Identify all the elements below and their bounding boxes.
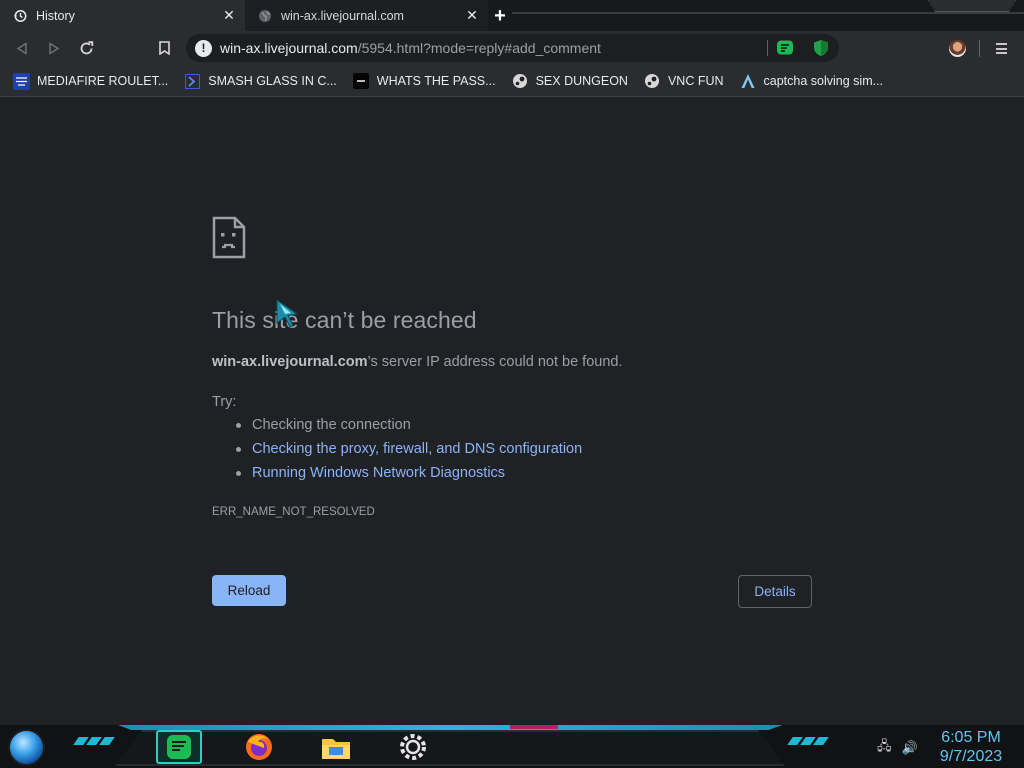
error-page: This site can’t be reached win-ax.livejo… — [0, 97, 1024, 725]
close-icon[interactable]: ✕ — [462, 7, 482, 24]
taskbar-clock[interactable]: 6:05 PM 9/7/2023 — [932, 728, 1010, 766]
bookmark-label: VNC FUN — [667, 74, 724, 88]
bookmark-vnc-fun[interactable]: VNC FUN — [644, 73, 724, 90]
mouse-cursor-icon — [276, 299, 299, 328]
tab-history[interactable]: History ✕ — [0, 0, 245, 31]
tab-strip: History ✕ win-ax.livejournal.com ✕ + — [0, 0, 1024, 31]
start-button[interactable] — [8, 729, 45, 766]
notes-app-button[interactable] — [156, 730, 202, 764]
taskbar-glow — [118, 725, 782, 730]
url-path: /5954.html?mode=reply#add_comment — [357, 40, 601, 56]
error-description: win-ax.livejournal.com’s server IP addre… — [212, 354, 623, 370]
volume-icon[interactable]: 🔊 — [902, 740, 918, 756]
taskbar-frame — [115, 730, 785, 766]
error-description-text: ’s server IP address could not be found. — [367, 354, 623, 370]
shield-extension-icon[interactable] — [812, 39, 830, 57]
new-tab-button[interactable]: + — [490, 5, 510, 27]
browser-toolbar: ! win-ax.livejournal.com/5954.html?mode=… — [0, 31, 1024, 66]
refresh-icon — [80, 40, 93, 54]
arch-icon — [740, 73, 757, 90]
bookmark-label: SMASH GLASS IN C... — [208, 74, 337, 88]
suggestion-list: Checking the connection Checking the pro… — [212, 413, 582, 485]
close-icon[interactable]: ✕ — [219, 7, 239, 24]
steam-icon — [512, 73, 529, 90]
error-host: win-ax.livejournal.com — [212, 354, 368, 370]
bookmark-label: SEX DUNGEON — [535, 74, 628, 88]
file-explorer-icon — [322, 739, 350, 759]
taskbar: 🖧 🔊 6:05 PM 9/7/2023 — [0, 725, 1024, 768]
gear-app-icon — [400, 734, 426, 760]
back-arrow-icon — [16, 41, 27, 55]
firefox-icon — [246, 734, 272, 760]
error-code: ERR_NAME_NOT_RESOLVED — [212, 506, 375, 518]
system-tray: 🖧 🔊 — [877, 737, 918, 759]
bookmark-button[interactable] — [153, 37, 175, 59]
bookmark-whats-the-pass[interactable]: WHATS THE PASS... — [353, 73, 496, 90]
bookmark-mediafire[interactable]: MEDIAFIRE ROULET... — [13, 72, 169, 90]
bookmark-smash-glass[interactable]: SMASH GLASS IN C... — [184, 73, 337, 90]
suggestion-check-connection: Checking the connection — [212, 413, 582, 437]
forward-arrow-icon — [49, 41, 60, 55]
reload-button[interactable]: Reload — [212, 575, 286, 606]
forward-button[interactable] — [43, 37, 65, 59]
chat-extension-icon[interactable] — [776, 39, 794, 57]
tab-label: win-ax.livejournal.com — [281, 8, 404, 23]
menu-icon[interactable] — [993, 40, 1009, 57]
globe-icon — [257, 8, 273, 24]
taskbar-chevrons-right — [787, 737, 829, 749]
reload-toolbar-button[interactable] — [75, 37, 97, 59]
history-icon — [12, 8, 28, 24]
details-button[interactable]: Details — [738, 575, 812, 608]
tab-label: History — [36, 8, 75, 23]
file-explorer-app-button[interactable] — [313, 730, 359, 764]
terminal-icon — [353, 73, 370, 90]
back-button[interactable] — [11, 37, 33, 59]
network-icon[interactable]: 🖧 — [877, 737, 892, 759]
clock-time: 6:05 PM — [941, 729, 1001, 746]
bookmark-label: MEDIAFIRE ROULET... — [37, 74, 169, 88]
tab-livejournal[interactable]: win-ax.livejournal.com ✕ — [245, 0, 488, 31]
bookmark-captcha-solving[interactable]: captcha solving sim... — [740, 73, 884, 90]
bookmark-sex-dungeon[interactable]: SEX DUNGEON — [512, 73, 628, 90]
system-app-button[interactable] — [390, 730, 436, 764]
bookmarks-bar: MEDIAFIRE ROULET... SMASH GLASS IN C... … — [0, 66, 1024, 97]
suggestion-check-proxy-link[interactable]: Checking the proxy, firewall, and DNS co… — [212, 437, 582, 461]
url-host: win-ax.livejournal.com — [220, 40, 358, 56]
toolbar-divider — [979, 40, 980, 57]
taskbar-accent — [510, 725, 558, 729]
sad-page-icon — [212, 216, 246, 259]
notes-icon — [167, 735, 191, 759]
strip-corner — [928, 0, 1016, 12]
taskbar-chevrons-left — [73, 737, 115, 749]
try-label: Try: — [212, 394, 237, 410]
mediafire-icon — [13, 72, 30, 90]
bookmark-label: captcha solving sim... — [763, 74, 884, 88]
suggestion-network-diagnostics-link[interactable]: Running Windows Network Diagnostics — [212, 461, 582, 485]
error-title: This site can’t be reached — [212, 307, 477, 333]
address-bar[interactable]: ! win-ax.livejournal.com/5954.html?mode=… — [186, 34, 839, 62]
profile-avatar[interactable] — [949, 40, 966, 57]
bookmark-icon — [158, 41, 170, 55]
bookmark-label: WHATS THE PASS... — [376, 74, 496, 88]
steam-icon — [644, 73, 661, 90]
omnibox-divider — [767, 40, 768, 56]
warning-icon[interactable]: ! — [195, 39, 212, 57]
clock-date: 9/7/2023 — [939, 748, 1003, 765]
chevron-right-icon — [184, 73, 201, 90]
firefox-app-button[interactable] — [236, 730, 282, 764]
